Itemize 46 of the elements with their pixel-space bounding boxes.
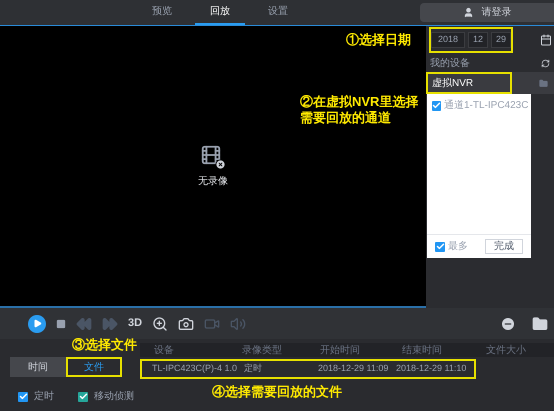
camera-icon[interactable] (178, 316, 194, 332)
file-row[interactable]: TL-IPC423C(P)-4 1.0 定时 2018-12-29 11:09 2018-12-29 11:10 (140, 359, 476, 379)
folder-icon[interactable] (532, 316, 548, 332)
annotation: ③选择文件 (72, 337, 137, 353)
multi-label: 最多 (448, 240, 468, 254)
annotation: ①选择日期 (346, 32, 411, 48)
column-header: 结束时间 (401, 344, 443, 358)
column-header: 录像类型 (241, 344, 283, 358)
channel-checkbox[interactable] (432, 100, 441, 110)
top-tab[interactable]: 设置 (253, 0, 303, 25)
annotation: ②在虚拟NVR里选择需要回放的通道 (300, 94, 420, 126)
zoom-icon[interactable] (152, 316, 168, 332)
column-header: 文件大小 (485, 344, 526, 358)
filter-label: 定时 (34, 390, 54, 404)
no-video-text: 无录像 (198, 174, 228, 188)
minus-icon[interactable] (500, 316, 516, 332)
filter-checkbox[interactable] (78, 392, 88, 402)
login-button[interactable]: 请登录 (420, 3, 554, 22)
no-video-icon (200, 144, 226, 170)
table-cell-text: 定时 (243, 362, 263, 376)
filter-label: 移动侦测 (94, 390, 134, 404)
done-button[interactable]: 完成 (485, 239, 523, 254)
speed-button[interactable]: 3D (128, 315, 142, 332)
multi-checkbox[interactable] (435, 242, 445, 252)
year-field[interactable]: 2018 (431, 32, 465, 48)
user-icon (462, 7, 474, 18)
play-button[interactable] (28, 314, 46, 332)
device-row[interactable]: 虚拟NVR (426, 72, 554, 94)
column-header: 设备 (153, 344, 175, 358)
annotation: ④选择需要回放的文件 (212, 384, 342, 400)
mode-tab[interactable]: 文件 (66, 357, 122, 377)
filter-checkbox[interactable] (18, 392, 28, 402)
table-cell-text: 2018-12-29 11:10 (396, 362, 466, 376)
refresh-icon[interactable] (541, 58, 550, 68)
table-cell-text: TL-IPC423C(P)-4 1.0 (151, 362, 236, 376)
month-field[interactable]: 12 (468, 32, 488, 48)
mode-tab[interactable]: 时间 (10, 357, 66, 377)
stop-icon[interactable] (56, 318, 66, 328)
play-icon (32, 319, 42, 328)
device-name: 虚拟NVR (426, 72, 512, 94)
top-tab[interactable]: 预览 (137, 0, 187, 25)
day-field[interactable]: 29 (491, 32, 511, 48)
calendar-icon[interactable] (540, 34, 552, 46)
table-cell-text: 2018-12-29 11:09 (317, 362, 390, 376)
panel-title: 我的设备 (430, 56, 470, 70)
column-header: 开始时间 (319, 344, 361, 358)
